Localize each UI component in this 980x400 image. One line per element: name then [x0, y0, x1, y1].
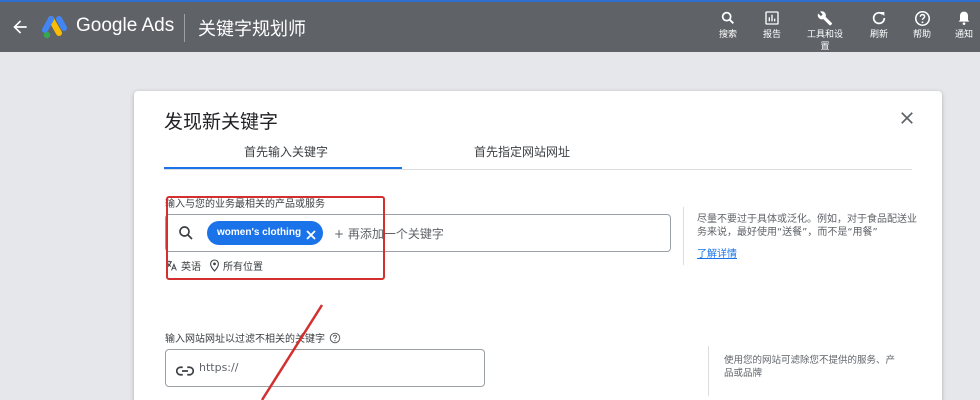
help-icon: [898, 8, 946, 28]
tip-divider: [683, 207, 684, 265]
nav-search-button[interactable]: 搜索: [704, 8, 752, 41]
keyword-tip: 尽量不要过于具体或泛化。例如，对于食品配送业务来说，最好使用“送餐”，而不是“用…: [697, 214, 917, 238]
refresh-icon: [855, 8, 903, 28]
top-bar: Google Ads 关键字规划师 搜索 报告 工具和设置 刷新 帮助 通知: [0, 0, 980, 52]
bell-icon: [940, 8, 980, 28]
page-title: 关键字规划师: [198, 19, 306, 40]
nav-label: 工具和设置: [806, 30, 843, 52]
dialog-title: 发现新关键字: [164, 111, 279, 133]
reports-icon: [748, 8, 796, 28]
nav-label: 刷新: [869, 30, 888, 40]
nav-label: 通知: [954, 30, 973, 40]
help-circle-icon[interactable]: [329, 332, 341, 344]
nav-refresh-button[interactable]: 刷新: [855, 8, 903, 41]
tab-start-with-website[interactable]: 首先指定网站网址: [474, 143, 570, 160]
nav-label: 报告: [762, 30, 781, 40]
back-arrow-icon[interactable]: [8, 15, 32, 39]
link-icon: [175, 362, 195, 376]
website-tip: 使用您的网站可滤除您不提供的服务、产品或品牌: [724, 355, 896, 379]
nav-label: 帮助: [912, 30, 931, 40]
nav-label: 搜索: [718, 30, 737, 40]
nav-reports-button[interactable]: 报告: [748, 8, 796, 41]
google-ads-logo-icon: [42, 16, 68, 40]
learn-more-link[interactable]: 了解详情: [697, 245, 737, 260]
nav-help-button[interactable]: 帮助: [898, 8, 946, 41]
header-divider: [184, 14, 185, 42]
close-icon[interactable]: [898, 109, 918, 129]
tab-divider: [164, 169, 912, 170]
website-input-label: 输入网站网址以过滤不相关的关键字: [165, 330, 341, 345]
brand-name: Google Ads: [76, 15, 175, 36]
annotation-highlight-box: [166, 196, 385, 280]
nav-notifications-button[interactable]: 通知: [940, 8, 980, 41]
tip-divider: [708, 346, 709, 396]
wrench-icon: [801, 8, 849, 28]
search-icon: [704, 8, 752, 28]
url-placeholder: https://: [199, 361, 239, 374]
website-label-text: 输入网站网址以过滤不相关的关键字: [165, 334, 325, 345]
tab-start-with-keywords[interactable]: 首先输入关键字: [244, 143, 328, 160]
nav-tools-button[interactable]: 工具和设置: [801, 8, 849, 53]
website-url-input[interactable]: https://: [165, 349, 485, 387]
